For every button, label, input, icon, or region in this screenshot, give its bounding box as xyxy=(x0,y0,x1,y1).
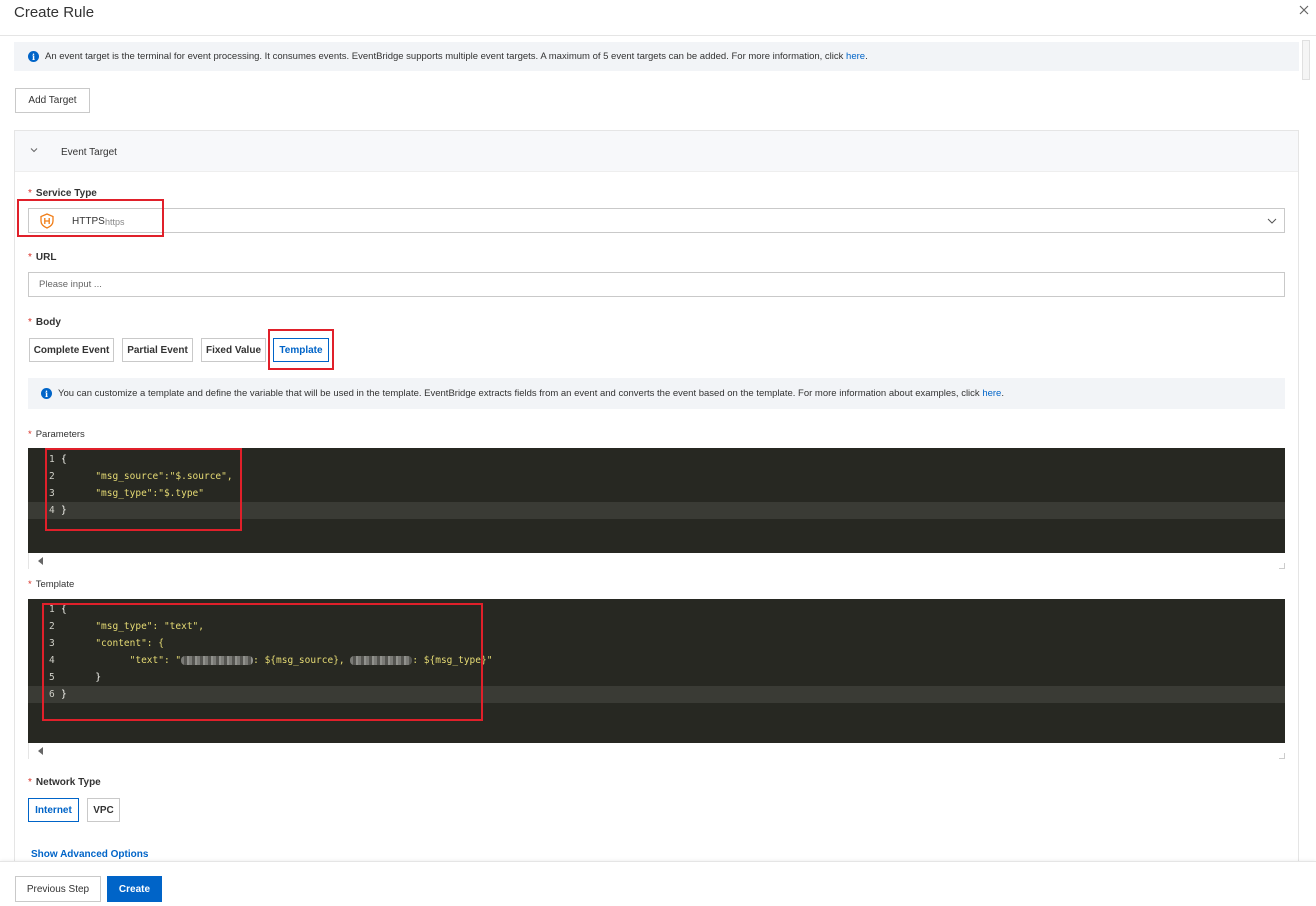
info-here-link[interactable]: here xyxy=(846,51,865,62)
code-line: 2 "msg_source":"$.source", xyxy=(49,471,233,482)
event-target-info-banner: i An event target is the terminal for ev… xyxy=(14,42,1299,71)
url-input[interactable] xyxy=(28,272,1285,297)
scroll-left-arrow-icon[interactable] xyxy=(38,557,43,565)
network-type-label: * Network Type xyxy=(28,777,101,788)
event-target-title: Event Target xyxy=(61,147,117,158)
resize-handle-icon[interactable] xyxy=(1279,753,1285,759)
create-button[interactable]: Create xyxy=(107,876,162,902)
service-type-select[interactable]: HTTPS https xyxy=(28,208,1285,233)
parameters-code-editor[interactable]: 1{ 2 "msg_source":"$.source", 3 "msg_typ… xyxy=(28,448,1285,553)
template-code-editor[interactable]: 1{ 2 "msg_type": "text", 3 "content": { … xyxy=(28,599,1285,743)
previous-step-button[interactable]: Previous Step xyxy=(15,876,101,902)
body-option-fixed-value[interactable]: Fixed Value xyxy=(201,338,266,362)
resize-handle-icon[interactable] xyxy=(1279,563,1285,569)
network-option-vpc[interactable]: VPC xyxy=(87,798,120,822)
parameters-label: * Parameters xyxy=(28,429,85,440)
code-line: 4 "text": ": ${msg_source}, : ${msg_type… xyxy=(49,655,493,666)
body-option-partial-event[interactable]: Partial Event xyxy=(122,338,193,362)
add-target-button[interactable]: Add Target xyxy=(15,88,90,113)
body-label: * Body xyxy=(28,317,61,328)
service-type-value: HTTPS xyxy=(72,216,105,227)
scroll-left-arrow-icon[interactable] xyxy=(38,747,43,755)
body-option-complete-event[interactable]: Complete Event xyxy=(29,338,114,362)
redacted-text xyxy=(350,656,413,665)
body-option-template[interactable]: Template xyxy=(273,338,329,362)
code-line: 2 "msg_type": "text", xyxy=(49,621,204,632)
network-option-internet[interactable]: Internet xyxy=(28,798,79,822)
code-line: 3 "content": { xyxy=(49,638,164,649)
code-line-active: 6} xyxy=(28,686,1285,703)
close-icon[interactable] xyxy=(1296,2,1312,18)
template-label: * Template xyxy=(28,579,75,590)
code-line: 1{ xyxy=(49,454,67,465)
event-target-panel-header[interactable]: Event Target xyxy=(15,131,1298,172)
service-type-label: * Service Type xyxy=(28,188,97,199)
service-type-subvalue: https xyxy=(105,217,125,227)
code-line-active: 4} xyxy=(28,502,1285,519)
redacted-text xyxy=(181,656,254,665)
template-horizontal-scrollbar[interactable] xyxy=(28,743,1285,759)
dialog-header: Create Rule xyxy=(0,0,1316,36)
https-service-icon xyxy=(40,213,54,229)
info-icon: i xyxy=(28,51,39,62)
template-info-here-link[interactable]: here xyxy=(982,388,1001,399)
template-info-banner: i You can customize a template and defin… xyxy=(28,378,1285,409)
info-text: An event target is the terminal for even… xyxy=(45,51,868,62)
info-icon: i xyxy=(41,388,52,399)
code-line: 1{ xyxy=(49,604,67,615)
code-line: 3 "msg_type":"$.type" xyxy=(49,488,204,499)
url-label: * URL xyxy=(28,252,57,263)
chevron-down-icon[interactable] xyxy=(29,145,39,155)
code-line: 5 } xyxy=(49,672,102,683)
vertical-scrollbar[interactable] xyxy=(1299,40,1313,860)
dialog-footer: Previous Step Create xyxy=(0,861,1316,906)
dialog-title: Create Rule xyxy=(14,4,95,21)
scroll-thumb[interactable] xyxy=(1302,40,1310,80)
show-advanced-options-link[interactable]: Show Advanced Options xyxy=(31,849,148,860)
parameters-horizontal-scrollbar[interactable] xyxy=(28,553,1285,569)
chevron-down-icon[interactable] xyxy=(1266,215,1278,227)
template-info-text: You can customize a template and define … xyxy=(58,388,1004,399)
